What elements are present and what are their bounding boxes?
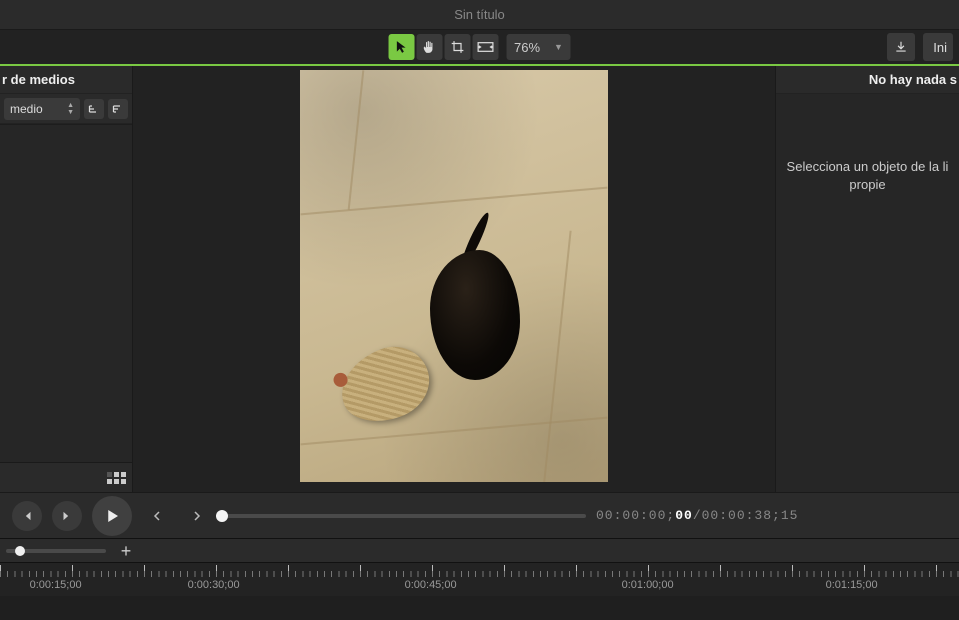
fit-icon — [477, 40, 493, 54]
start-button[interactable]: Ini — [923, 33, 953, 61]
properties-empty-line2: propie — [780, 176, 955, 194]
properties-panel: No hay nada s Selecciona un objeto de la… — [775, 66, 959, 492]
pan-tool-button[interactable] — [416, 34, 442, 60]
next-frame-button[interactable] — [52, 501, 82, 531]
sort-descending-button[interactable] — [108, 99, 128, 119]
cat-subject — [430, 250, 520, 380]
sort-desc-icon — [112, 103, 124, 115]
media-bin-footer — [0, 462, 132, 492]
toolbar-center-group: 76% ▼ — [388, 34, 571, 60]
zoom-level-value: 76% — [514, 40, 540, 55]
ruler-label: 0:00:45;00 — [405, 579, 457, 591]
zoom-thumb[interactable] — [15, 546, 25, 556]
media-filter-value: medio — [10, 102, 43, 116]
preview-canvas[interactable] — [300, 70, 608, 482]
prev-frame-button[interactable] — [12, 501, 42, 531]
timeline-ruler[interactable]: 0:00:15;00 0:00:30;00 0:00:45;00 0:01:00;00… — [0, 562, 959, 596]
timecode-current-prefix: 00:00:00; — [596, 508, 675, 523]
main-toolbar: 76% ▼ Ini — [0, 30, 959, 66]
zoom-level-dropdown[interactable]: 76% ▼ — [506, 34, 571, 60]
media-bin-header: r de medios — [0, 66, 132, 94]
step-back-icon — [20, 509, 34, 523]
seek-slider[interactable] — [222, 514, 586, 518]
properties-empty-line1: Selecciona un objeto de la li — [780, 158, 955, 176]
media-bin-panel: r de medios medio ▲▼ — [0, 66, 133, 492]
prev-marker-button[interactable] — [142, 501, 172, 531]
timeline-controls: + — [0, 538, 959, 562]
ruler-label: 0:01:15;00 — [826, 579, 878, 591]
chevron-right-icon — [191, 510, 203, 522]
stepper-icon: ▲▼ — [67, 102, 74, 116]
step-forward-icon — [60, 509, 74, 523]
main-area: r de medios medio ▲▼ — [0, 66, 959, 492]
plus-icon: + — [121, 541, 132, 561]
ruler-ticks — [0, 565, 959, 577]
ruler-label: 0:00:15;00 — [30, 579, 82, 591]
fit-tool-button[interactable] — [472, 34, 498, 60]
window-titlebar: Sin título — [0, 0, 959, 30]
media-filter-select[interactable]: medio ▲▼ — [4, 98, 80, 120]
canvas-area — [133, 66, 775, 492]
timeline-zoom-slider[interactable] — [6, 549, 106, 553]
chevron-left-icon — [151, 510, 163, 522]
sort-ascending-button[interactable] — [84, 99, 104, 119]
timecode-total: /00:00:38;15 — [693, 508, 799, 523]
crop-icon — [450, 40, 464, 54]
download-icon — [894, 40, 908, 54]
sort-asc-icon — [88, 103, 100, 115]
window-title: Sin título — [454, 7, 505, 22]
canvas-content — [300, 70, 608, 482]
seek-thumb[interactable] — [216, 510, 228, 522]
play-icon — [103, 507, 121, 525]
timecode-current-frame: 00 — [675, 508, 693, 523]
cursor-icon — [394, 40, 408, 54]
hand-icon — [422, 40, 436, 54]
media-filter-row: medio ▲▼ — [0, 94, 132, 124]
timecode-display: 00:00:00;00/00:00:38;15 — [596, 508, 798, 523]
media-bin-body[interactable] — [0, 124, 132, 462]
chevron-down-icon: ▼ — [554, 42, 563, 52]
properties-body: Selecciona un objeto de la li propie — [776, 94, 959, 492]
add-track-button[interactable]: + — [116, 542, 136, 560]
ruler-label: 0:01:00;00 — [622, 579, 674, 591]
properties-header: No hay nada s — [776, 66, 959, 94]
select-tool-button[interactable] — [388, 34, 414, 60]
crop-tool-button[interactable] — [444, 34, 470, 60]
ruler-label: 0:00:30;00 — [188, 579, 240, 591]
download-button[interactable] — [887, 33, 915, 61]
start-button-label: Ini — [933, 40, 947, 55]
playback-bar: 00:00:00;00/00:00:38;15 — [0, 492, 959, 538]
view-grid-button[interactable] — [107, 472, 126, 484]
play-button[interactable] — [92, 496, 132, 536]
toy-subject — [331, 337, 440, 434]
next-marker-button[interactable] — [182, 501, 212, 531]
timeline-tracks[interactable] — [0, 596, 959, 620]
